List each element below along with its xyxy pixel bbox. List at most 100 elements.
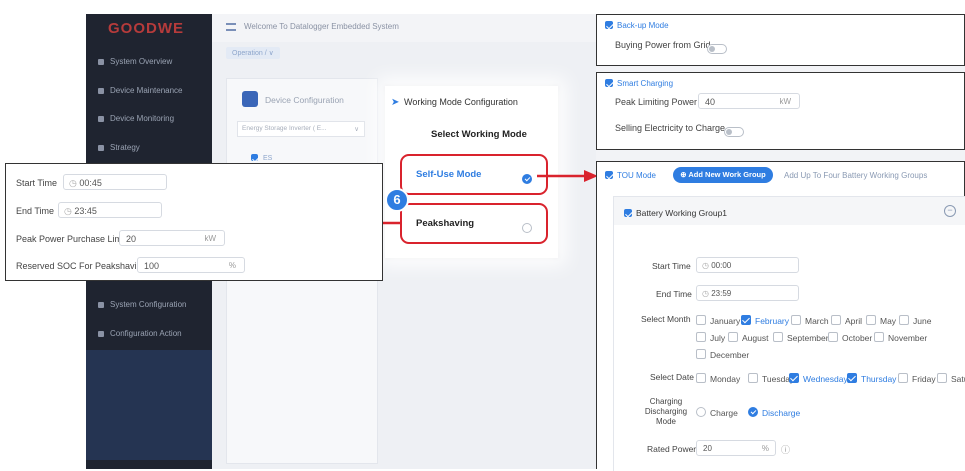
gap-strip-2 (596, 150, 965, 161)
month-october[interactable]: October (828, 332, 872, 343)
device-type-select[interactable]: Energy Storage Inverter ( E... ∨ (237, 121, 365, 137)
battery-working-group-card: Battery Working Group1 − Start Time ◷ 00… (613, 196, 965, 471)
month-december[interactable]: December (696, 349, 749, 360)
month-july[interactable]: July (696, 332, 725, 343)
month-november[interactable]: November (874, 332, 927, 343)
sidebar-item-strategy[interactable]: Strategy (98, 143, 140, 152)
working-mode-header: Working Mode Configuration (404, 97, 518, 107)
month-april[interactable]: April (831, 315, 862, 326)
collapse-icon[interactable]: − (944, 205, 956, 217)
self-use-mode-option[interactable]: Self-Use Mode (400, 154, 548, 195)
rated-power-input[interactable]: 20 % (696, 440, 776, 456)
help-icon[interactable]: ⓘ (781, 443, 790, 456)
month-march[interactable]: March (791, 315, 829, 326)
day-thursday[interactable]: Thursday (847, 373, 896, 384)
sidebar-item-device-monitoring[interactable]: Device Monitoring (98, 114, 174, 123)
backup-mode-header[interactable]: Back-up Mode (605, 21, 669, 30)
strategy-icon (98, 144, 104, 151)
monitoring-icon (98, 115, 104, 122)
tou-mode-checkbox[interactable] (605, 171, 613, 179)
working-mode-title: Select Working Mode (431, 129, 527, 140)
day-friday[interactable]: Friday (898, 373, 936, 384)
add-group-hint: Add Up To Four Battery Working Groups (784, 171, 928, 180)
smart-charging-checkbox[interactable] (605, 79, 613, 87)
buying-power-toggle[interactable] (707, 43, 727, 54)
rocket-icon: ➤ (391, 97, 400, 108)
charge-mode-label: Charging Discharging Mode (644, 397, 688, 426)
peak-limit-input[interactable]: 20 kW (119, 230, 225, 246)
config-icon (98, 301, 104, 308)
day-tuesday[interactable]: Tuesday (748, 373, 794, 384)
unit-kw: kW (204, 234, 216, 243)
device-checkbox-icon (251, 154, 258, 161)
unit-percent: % (228, 261, 236, 270)
day-saturday[interactable]: Satu (937, 373, 965, 384)
group-checkbox[interactable] (624, 209, 632, 217)
breadcrumb[interactable]: Operation / ∨ (226, 47, 280, 59)
action-icon (98, 330, 104, 337)
tou-mode-header[interactable]: TOU Mode (605, 171, 656, 180)
end-time-label: End Time (16, 206, 55, 216)
clock-icon: ◷ (64, 206, 72, 216)
start-time-label: Start Time (16, 178, 58, 188)
smart-charging-panel: Smart Charging Peak Limiting Power 40 kW… (596, 72, 965, 150)
step-badge: 6 (385, 188, 409, 212)
month-january[interactable]: January (696, 315, 740, 326)
day-wednesday[interactable]: Wednesday (789, 373, 848, 384)
rated-power-label: Rated Power (647, 444, 697, 454)
unselected-radio-icon (522, 223, 532, 233)
selling-electricity-toggle[interactable] (724, 126, 744, 137)
smart-charging-header[interactable]: Smart Charging (605, 79, 673, 88)
clock-icon: ◷ (69, 178, 77, 188)
reserved-soc-label: Reserved SOC For Peakshaving (16, 261, 147, 271)
device-config-title: Device Configuration (265, 95, 344, 105)
month-february[interactable]: February (741, 315, 789, 326)
unit-percent: % (761, 444, 769, 453)
app-logo: GOODWE (108, 20, 184, 37)
tou-start-time-label: Start Time (652, 261, 691, 271)
selling-electricity-label: Selling Electricity to Charge (615, 123, 726, 133)
month-august[interactable]: August (728, 332, 768, 343)
select-date-label: Select Date (650, 372, 694, 382)
unit-kw: kW (779, 97, 791, 106)
backup-mode-checkbox[interactable] (605, 21, 613, 29)
add-work-group-button[interactable]: ⊕ Add New Work Group (673, 167, 773, 183)
self-use-mode-label: Self-Use Mode (416, 169, 482, 180)
maintenance-icon (98, 87, 104, 94)
charge-radio[interactable]: Charge (696, 407, 738, 418)
discharge-radio[interactable]: Discharge (748, 407, 800, 418)
selected-check-icon (522, 174, 532, 184)
peak-limiting-input[interactable]: 40 kW (698, 93, 800, 109)
month-june[interactable]: June (899, 315, 931, 326)
sidebar-item-device-maintenance[interactable]: Device Maintenance (98, 86, 182, 95)
peak-limiting-label: Peak Limiting Power (615, 97, 698, 107)
sidebar-item-configuration-action[interactable]: Configuration Action (98, 329, 182, 338)
working-mode-popup: ➤ Working Mode Configuration Select Work… (385, 86, 558, 258)
menu-toggle-icon[interactable] (226, 23, 236, 31)
peakshaving-label: Peakshaving (416, 218, 475, 229)
add-icon: ⊕ (680, 170, 687, 179)
day-monday[interactable]: Monday (696, 373, 740, 384)
month-september[interactable]: September (773, 332, 829, 343)
buying-power-label: Buying Power from Grid (615, 40, 711, 50)
select-month-label: Select Month (641, 314, 691, 324)
end-time-input[interactable]: ◷ 23:45 (58, 202, 162, 218)
peakshaving-option[interactable]: Peakshaving (400, 203, 548, 244)
backup-mode-panel: Back-up Mode Buying Power from Grid (596, 14, 965, 66)
reserved-soc-input[interactable]: 100 % (137, 257, 245, 273)
tou-end-time-input[interactable]: ◷ 23:59 (696, 285, 799, 301)
month-may[interactable]: May (866, 315, 896, 326)
sidebar-item-system-overview[interactable]: System Overview (98, 57, 172, 66)
sidebar-bottom-region (86, 350, 212, 460)
overview-icon (98, 58, 104, 65)
top-bar: Welcome To Datalogger Embedded System (212, 14, 596, 43)
sidebar-item-system-configuration[interactable]: System Configuration (98, 300, 186, 309)
tou-mode-panel: TOU Mode ⊕ Add New Work Group Add Up To … (596, 161, 965, 471)
peakshaving-settings-popup: Start Time ◷ 00:45 End Time ◷ 23:45 Peak… (5, 163, 383, 281)
device-list-item[interactable]: ES (251, 154, 272, 162)
start-time-input[interactable]: ◷ 00:45 (63, 174, 167, 190)
device-config-icon (242, 91, 258, 107)
battery-working-group-header[interactable]: Battery Working Group1 (624, 208, 727, 218)
clock-icon: ◷ (702, 261, 709, 270)
tou-start-time-input[interactable]: ◷ 00:00 (696, 257, 799, 273)
